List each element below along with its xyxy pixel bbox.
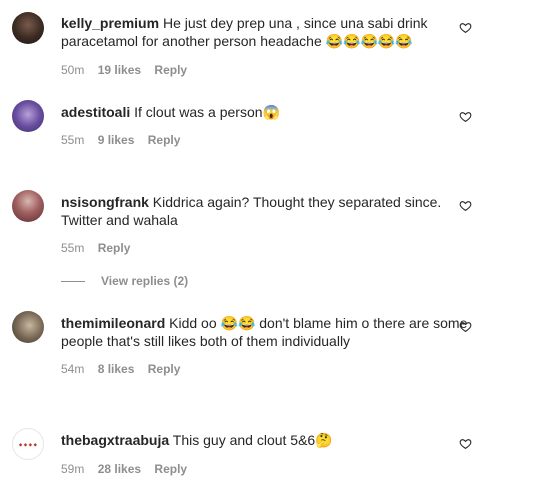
comment-text: This guy and clout 5&6🤔 bbox=[172, 432, 333, 448]
view-replies-button[interactable]: View replies (2) bbox=[61, 274, 188, 288]
heart-outline-icon[interactable] bbox=[459, 199, 472, 212]
heart-outline-icon[interactable] bbox=[459, 437, 472, 450]
reply-button[interactable]: Reply bbox=[98, 241, 131, 255]
comment-time[interactable]: 54m bbox=[61, 362, 84, 376]
brand-logo-icon: ◆ ◆ ◆ ◆ bbox=[19, 442, 38, 447]
comment-likes[interactable]: 19 likes bbox=[98, 63, 141, 77]
comment-likes[interactable]: 8 likes bbox=[98, 362, 135, 376]
comment-time[interactable]: 55m bbox=[61, 133, 84, 147]
comment-meta: 59m 28 likes Reply bbox=[61, 462, 197, 476]
comment-meta: 55m 9 likes Reply bbox=[61, 133, 190, 147]
svg-text:◆ ◆ ◆ ◆: ◆ ◆ ◆ ◆ bbox=[19, 442, 38, 447]
comment-body: thebagxtraabuja This guy and clout 5&6🤔 bbox=[61, 431, 472, 449]
comment-text: If clout was a person😱 bbox=[134, 104, 280, 120]
comment-likes[interactable]: 9 likes bbox=[98, 133, 135, 147]
comment-body: nsisongfrank Kiddrica again? Thought the… bbox=[61, 193, 472, 229]
comment-username[interactable]: themimileonard bbox=[61, 315, 165, 331]
reply-button[interactable]: Reply bbox=[154, 63, 187, 77]
avatar[interactable] bbox=[12, 311, 44, 343]
view-replies-divider bbox=[61, 281, 85, 283]
comment-meta: 55m Reply bbox=[61, 241, 140, 255]
view-replies-label: View replies (2) bbox=[101, 274, 189, 288]
comment-username[interactable]: thebagxtraabuja bbox=[61, 432, 169, 448]
comment-username[interactable]: nsisongfrank bbox=[61, 194, 149, 210]
comment-body: themimileonard Kidd oo 😂😂 don't blame hi… bbox=[61, 314, 472, 350]
comment-meta: 50m 19 likes Reply bbox=[61, 63, 197, 77]
heart-outline-icon[interactable] bbox=[459, 21, 472, 34]
comment-body: kelly_premium He just dey prep una , sin… bbox=[61, 14, 472, 50]
reply-button[interactable]: Reply bbox=[154, 462, 187, 476]
reply-button[interactable]: Reply bbox=[148, 362, 181, 376]
comment-body: adestitoali If clout was a person😱 bbox=[61, 103, 472, 121]
comment-time[interactable]: 50m bbox=[61, 63, 84, 77]
comment-likes[interactable]: 28 likes bbox=[98, 462, 141, 476]
comment-time[interactable]: 55m bbox=[61, 241, 84, 255]
comment-meta: 54m 8 likes Reply bbox=[61, 362, 190, 376]
avatar[interactable] bbox=[12, 100, 44, 132]
avatar[interactable]: ◆ ◆ ◆ ◆ bbox=[12, 428, 44, 460]
comment-username[interactable]: adestitoali bbox=[61, 104, 130, 120]
reply-button[interactable]: Reply bbox=[148, 133, 181, 147]
avatar[interactable] bbox=[12, 12, 44, 44]
avatar[interactable] bbox=[12, 190, 44, 222]
comment-username[interactable]: kelly_premium bbox=[61, 15, 159, 31]
heart-outline-icon[interactable] bbox=[459, 320, 472, 333]
comment-time[interactable]: 59m bbox=[61, 462, 84, 476]
heart-outline-icon[interactable] bbox=[459, 110, 472, 123]
